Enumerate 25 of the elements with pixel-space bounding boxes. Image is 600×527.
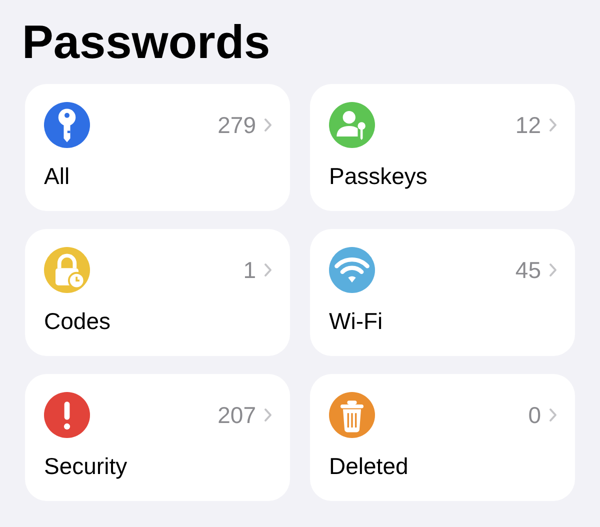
category-card[interactable]: 1 Codes: [25, 229, 290, 356]
category-label: Wi-Fi: [329, 308, 383, 335]
chevron-icon: [549, 118, 557, 132]
category-label: Security: [44, 453, 128, 480]
chevron-icon: [549, 263, 557, 277]
item-count: 0: [528, 402, 541, 428]
chevron-icon: [264, 408, 272, 422]
category-label: Codes: [44, 308, 110, 335]
category-card[interactable]: 45 Wi-Fi: [310, 229, 575, 356]
category-card[interactable]: 0 Deleted: [310, 374, 575, 501]
chevron-icon: [264, 263, 272, 277]
item-count: 279: [218, 112, 256, 138]
item-count: 207: [218, 402, 256, 428]
category-label: All: [44, 163, 70, 190]
item-count: 12: [515, 112, 541, 138]
chevron-icon: [264, 118, 272, 132]
category-card[interactable]: 12 Passkeys: [310, 84, 575, 211]
category-card[interactable]: 207 Security: [25, 374, 290, 501]
category-label: Deleted: [329, 453, 408, 480]
item-count: 1: [243, 256, 256, 284]
page-title: Passwords: [22, 14, 270, 70]
category-label: Passkeys: [329, 163, 428, 190]
category-card[interactable]: 279 All: [25, 84, 290, 211]
chevron-icon: [549, 408, 557, 422]
item-count: 45: [515, 256, 541, 284]
